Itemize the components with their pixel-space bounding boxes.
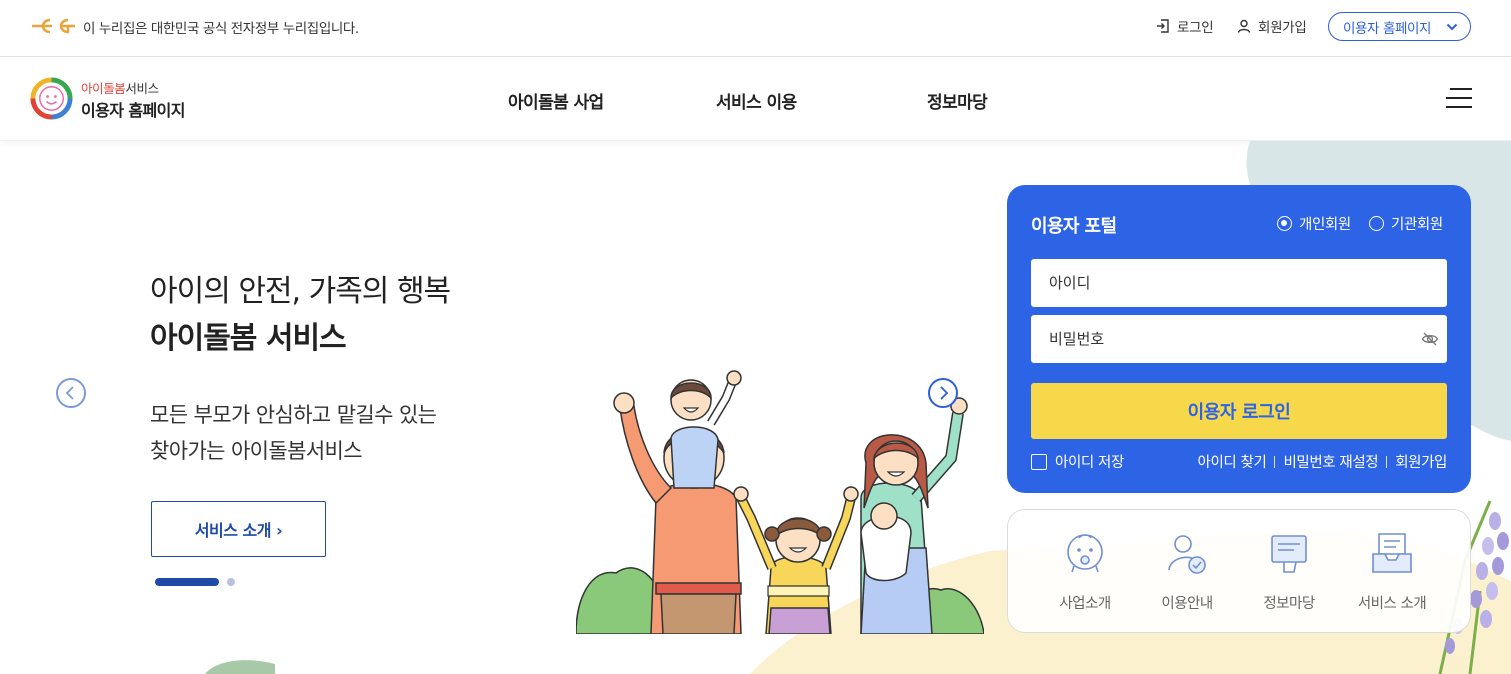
login-helper-links: 아이디 찾기 비밀번호 재설정 회원가입 [1198, 451, 1448, 472]
top-login-link[interactable]: 로그인 [1155, 16, 1214, 36]
service-intro-button[interactable]: 서비스 소개 › [151, 501, 326, 557]
nav-item-care-project[interactable]: 아이돌봄 사업 [508, 88, 604, 113]
radio-institution-member[interactable]: 기관회원 [1369, 213, 1443, 234]
document-hand-icon [1271, 535, 1307, 573]
top-signup-link[interactable]: 회원가입 [1236, 16, 1307, 36]
reset-password-link[interactable]: 비밀번호 재설정 [1283, 451, 1378, 472]
radio-checked-icon[interactable] [1277, 216, 1292, 231]
eye-off-icon[interactable] [1421, 330, 1439, 348]
slide-indicator[interactable] [227, 578, 235, 586]
site-subtitle: 아이돌봄서비스 [81, 78, 159, 97]
login-icon [1157, 19, 1169, 33]
user-check-icon [1168, 535, 1206, 574]
family-illustration [576, 370, 984, 634]
user-icon [1237, 19, 1251, 33]
chevron-right-icon [940, 386, 949, 400]
checkbox-icon[interactable] [1031, 453, 1047, 470]
save-id-label: 아이디 저장 [1055, 455, 1124, 471]
gov-banner-text: 이 누리집은 대한민국 공식 전자정부 누리집입니다. [83, 21, 359, 37]
quick-label-info-plaza: 정보마당 [1263, 596, 1315, 612]
chevron-left-icon [65, 386, 74, 400]
quick-item-usage-guide[interactable]: 이용안내 [1137, 530, 1237, 613]
baby-face-icon [1067, 534, 1103, 573]
inbox-tray-icon [1372, 533, 1412, 573]
quick-item-business-intro[interactable]: 사업소개 [1035, 530, 1135, 613]
site-header: 아이돌봄서비스 이용자 홈페이지 아이돌봄 사업 서비스 이용 정보마당 [0, 57, 1511, 141]
hero-description: 모든 부모가 안심하고 맡길수 있는 찾아가는 아이돌봄서비스 [150, 397, 437, 469]
link-divider [1274, 455, 1276, 468]
top-signup-label: 회원가입 [1258, 20, 1307, 36]
radio-personal-label: 개인회원 [1299, 217, 1351, 233]
nav-item-info-plaza[interactable]: 정보마당 [927, 88, 988, 113]
hero-description-line-1: 모든 부모가 안심하고 맡길수 있는 [150, 403, 437, 427]
egov-logo-icon [32, 18, 75, 34]
hero-title: 아이돌봄 서비스 [150, 321, 347, 356]
hero-description-line-2: 찾아가는 아이돌봄서비스 [150, 439, 363, 463]
save-id-checkbox[interactable]: 아이디 저장 [1031, 451, 1124, 472]
quick-item-service-intro[interactable]: 서비스 소개 [1342, 530, 1442, 613]
top-login-label: 로그인 [1177, 20, 1214, 36]
site-subtitle-accent: 아이돌봄 [81, 81, 126, 96]
quick-label-business-intro: 사업소개 [1059, 596, 1111, 612]
homepage-select-label: 이용자 홈페이지 [1343, 20, 1432, 37]
quick-item-info-plaza[interactable]: 정보마당 [1239, 530, 1339, 613]
user-id-input[interactable] [1031, 259, 1447, 307]
nav-item-service-use[interactable]: 서비스 이용 [716, 88, 797, 113]
link-divider [1386, 455, 1388, 468]
radio-org-label: 기관회원 [1391, 217, 1443, 233]
quick-menu: 사업소개 이용안내 정보마당 서비스 소개 [1007, 509, 1471, 633]
gov-banner: 이 누리집은 대한민국 공식 전자정부 누리집입니다. 로그인 회원가입 이용자… [0, 0, 1511, 57]
user-login-button[interactable]: 이용자 로그인 [1031, 383, 1447, 439]
quick-label-service-intro: 서비스 소개 [1357, 596, 1427, 612]
site-subtitle-rest: 서비스 [125, 81, 159, 96]
next-slide-button[interactable] [928, 378, 958, 408]
radio-unchecked-icon[interactable] [1369, 216, 1384, 231]
login-panel-title: 이용자 포털 [1031, 216, 1117, 237]
site-logo-icon[interactable] [30, 77, 73, 120]
slide-indicator-active[interactable] [155, 578, 219, 586]
password-input[interactable] [1031, 315, 1447, 363]
site-name[interactable]: 이용자 홈페이지 [81, 97, 185, 121]
homepage-select[interactable]: 이용자 홈페이지 [1328, 12, 1471, 41]
prev-slide-button[interactable] [56, 378, 86, 408]
signup-link[interactable]: 회원가입 [1395, 451, 1447, 472]
radio-personal-member[interactable]: 개인회원 [1277, 213, 1351, 234]
user-portal-login-panel: 이용자 포털 개인회원 기관회원 이용자 로그인 아이디 저장 아이디 찾기 비… [1007, 185, 1471, 493]
menu-icon[interactable] [1446, 88, 1472, 108]
hero-headline: 아이의 안전, 가족의 행복 [150, 274, 451, 309]
quick-label-usage-guide: 이용안내 [1161, 596, 1213, 612]
chevron-down-icon [1446, 23, 1458, 31]
find-id-link[interactable]: 아이디 찾기 [1198, 451, 1267, 472]
